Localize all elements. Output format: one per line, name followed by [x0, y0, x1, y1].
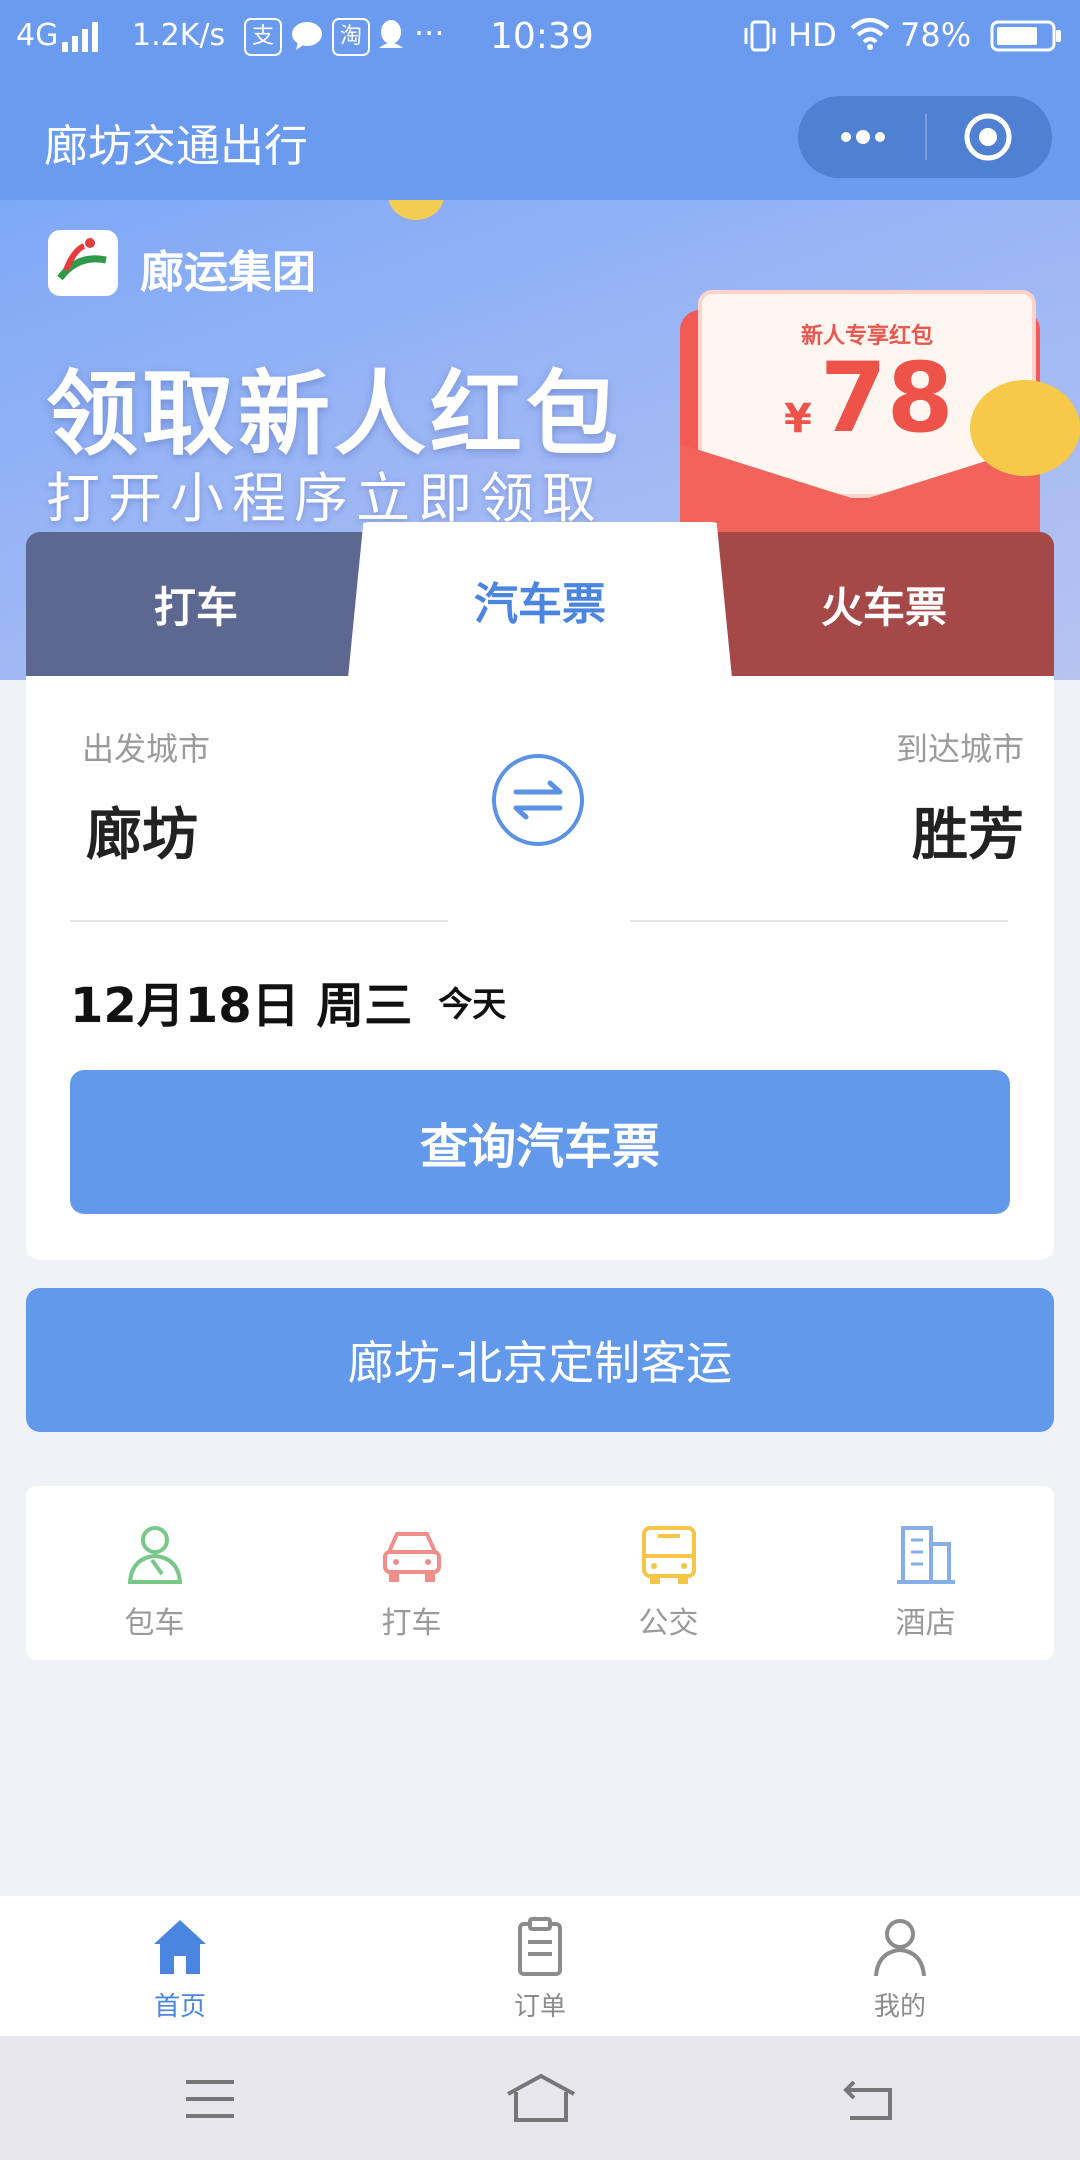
qq-icon — [379, 20, 403, 48]
gold-coin — [970, 380, 1080, 476]
currency-symbol: ¥ — [784, 396, 812, 442]
arrival-label: 到达城市 — [895, 730, 1024, 768]
swap-cities-button[interactable] — [490, 752, 586, 848]
battery-icon — [990, 20, 1061, 52]
service-bus[interactable]: 公交 — [540, 1486, 797, 1660]
bus-ticket-search-card: 出发城市 廊坊 到达城市 胜芳 12月18日 周三 今天 查询汽车票 — [26, 676, 1054, 1260]
target-icon — [964, 113, 1012, 161]
service-taxi-label: 打车 — [381, 1606, 442, 1641]
nav-profile-label: 我的 — [873, 1992, 926, 2022]
brand-logo — [48, 230, 118, 296]
close-miniprogram-button[interactable] — [958, 108, 1018, 166]
tab-train-ticket[interactable]: 火车票 — [714, 532, 1054, 676]
capsule-divider — [925, 114, 927, 160]
service-hotel[interactable]: 酒店 — [797, 1486, 1054, 1660]
brand-name: 廊运集团 — [140, 247, 316, 298]
service-charter-label: 包车 — [124, 1606, 185, 1641]
car-icon — [383, 1532, 441, 1582]
signal-icon — [62, 22, 98, 52]
tab-train-label: 火车票 — [820, 582, 947, 632]
departure-city[interactable]: 廊坊 — [86, 790, 198, 871]
nav-profile[interactable]: 我的 — [720, 1896, 1080, 2036]
departure-underline — [70, 920, 448, 922]
today-tag: 今天 — [438, 984, 507, 1025]
system-navigation-bar — [0, 2036, 1080, 2160]
bottom-tab-bar: 首页 订单 我的 — [0, 1896, 1080, 2036]
building-icon — [897, 1526, 955, 1584]
travel-date: 12月18日 周三 — [70, 978, 413, 1034]
hd-indicator: HD — [788, 16, 837, 54]
alipay-icon: 支 — [244, 18, 282, 56]
battery-percent: 78% — [900, 16, 972, 54]
network-speed: 1.2K/s — [132, 18, 226, 53]
nav-home[interactable]: 首页 — [0, 1896, 360, 2036]
more-options-button[interactable] — [828, 110, 898, 164]
departure-label: 出发城市 — [82, 730, 211, 768]
more-notifications: ··· — [414, 14, 445, 52]
coin-decoration — [388, 200, 444, 220]
message-icon — [292, 22, 322, 50]
arrival-underline — [630, 920, 1008, 922]
vibrate-icon — [744, 20, 776, 52]
service-hotel-label: 酒店 — [895, 1606, 956, 1641]
service-charter[interactable]: 包车 — [26, 1486, 283, 1660]
service-bus-label: 公交 — [638, 1606, 699, 1641]
person-icon — [127, 1526, 183, 1584]
tab-bus-ticket[interactable]: 汽车票 — [348, 522, 732, 678]
nav-orders[interactable]: 订单 — [360, 1896, 720, 2036]
tab-bus-label: 汽车票 — [474, 579, 606, 630]
tab-taxi[interactable]: 打车 — [26, 532, 366, 676]
back-icon[interactable] — [840, 2074, 900, 2124]
clock: 10:39 — [490, 16, 594, 57]
menu-icon[interactable] — [180, 2074, 240, 2124]
query-button-label: 查询汽车票 — [419, 1119, 660, 1175]
home-button-icon[interactable] — [504, 2072, 578, 2126]
envelope-amount: 78 — [820, 342, 954, 454]
title-bar: 廊坊交通出行 — [0, 72, 1080, 202]
bus-icon — [642, 1526, 696, 1584]
banner-subline: 打开小程序立即领取 — [46, 467, 604, 530]
custom-route-button[interactable]: 廊坊-北京定制客运 — [26, 1288, 1054, 1432]
more-dots-icon — [841, 130, 885, 144]
arrival-city[interactable]: 胜芳 — [912, 790, 1024, 871]
page-title: 廊坊交通出行 — [44, 121, 308, 172]
service-taxi[interactable]: 打车 — [283, 1486, 540, 1660]
date-selector[interactable]: 12月18日 周三 今天 — [70, 966, 506, 1036]
query-bus-ticket-button[interactable]: 查询汽车票 — [70, 1070, 1010, 1214]
user-icon — [874, 1919, 926, 1977]
status-bar: 4G 1.2K/s 支 淘 ··· 10:39 HD 78% — [0, 0, 1080, 72]
nav-orders-label: 订单 — [513, 1992, 566, 2022]
taobao-icon: 淘 — [332, 18, 370, 56]
network-type: 4G — [16, 18, 59, 53]
nav-home-label: 首页 — [153, 1992, 206, 2022]
home-icon — [154, 1920, 206, 1974]
services-panel: 包车 打车 公交 酒店 — [26, 1486, 1054, 1660]
tab-taxi-label: 打车 — [153, 582, 238, 632]
capsule-menu — [798, 96, 1052, 178]
swap-icon — [492, 754, 584, 846]
clipboard-icon — [518, 1917, 562, 1976]
custom-route-label: 廊坊-北京定制客运 — [347, 1336, 733, 1390]
wifi-icon — [850, 18, 890, 50]
